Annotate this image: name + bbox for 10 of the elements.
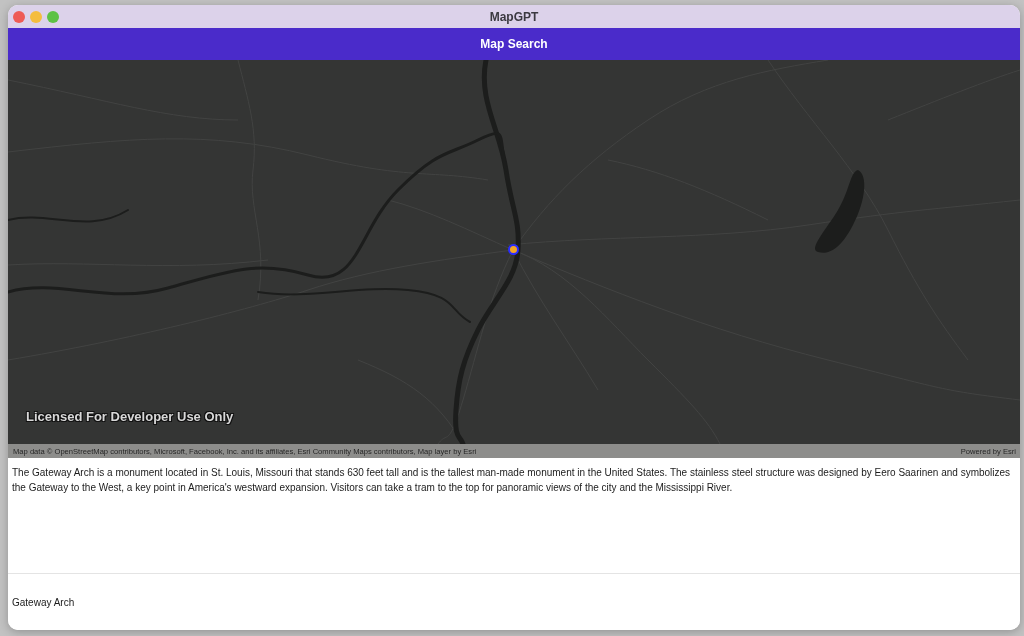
location-marker-icon xyxy=(508,244,519,255)
search-field[interactable]: Gateway Arch xyxy=(8,573,1020,630)
license-notice: Licensed For Developer Use Only xyxy=(26,409,234,424)
window-zoom-icon[interactable] xyxy=(47,10,59,23)
header-title: Map Search xyxy=(480,37,548,51)
map-drawing[interactable] xyxy=(8,60,1020,444)
window-close-icon[interactable] xyxy=(13,10,25,23)
window-minimize-icon[interactable] xyxy=(30,10,42,23)
description-text: The Gateway Arch is a monument located in St. Louis, Missouri that stands 630 feet tall and is the tallest man-made monument in the United States. The stainless steel structure was designed by Eero Saarinen and symbolizes the Gateway to the West, a key point in America's westward expansion. Visitors can take a tram to the top for panoramic views of the city and the Mississippi River. xyxy=(11,466,1012,495)
window-title: MapGPT xyxy=(489,9,539,24)
